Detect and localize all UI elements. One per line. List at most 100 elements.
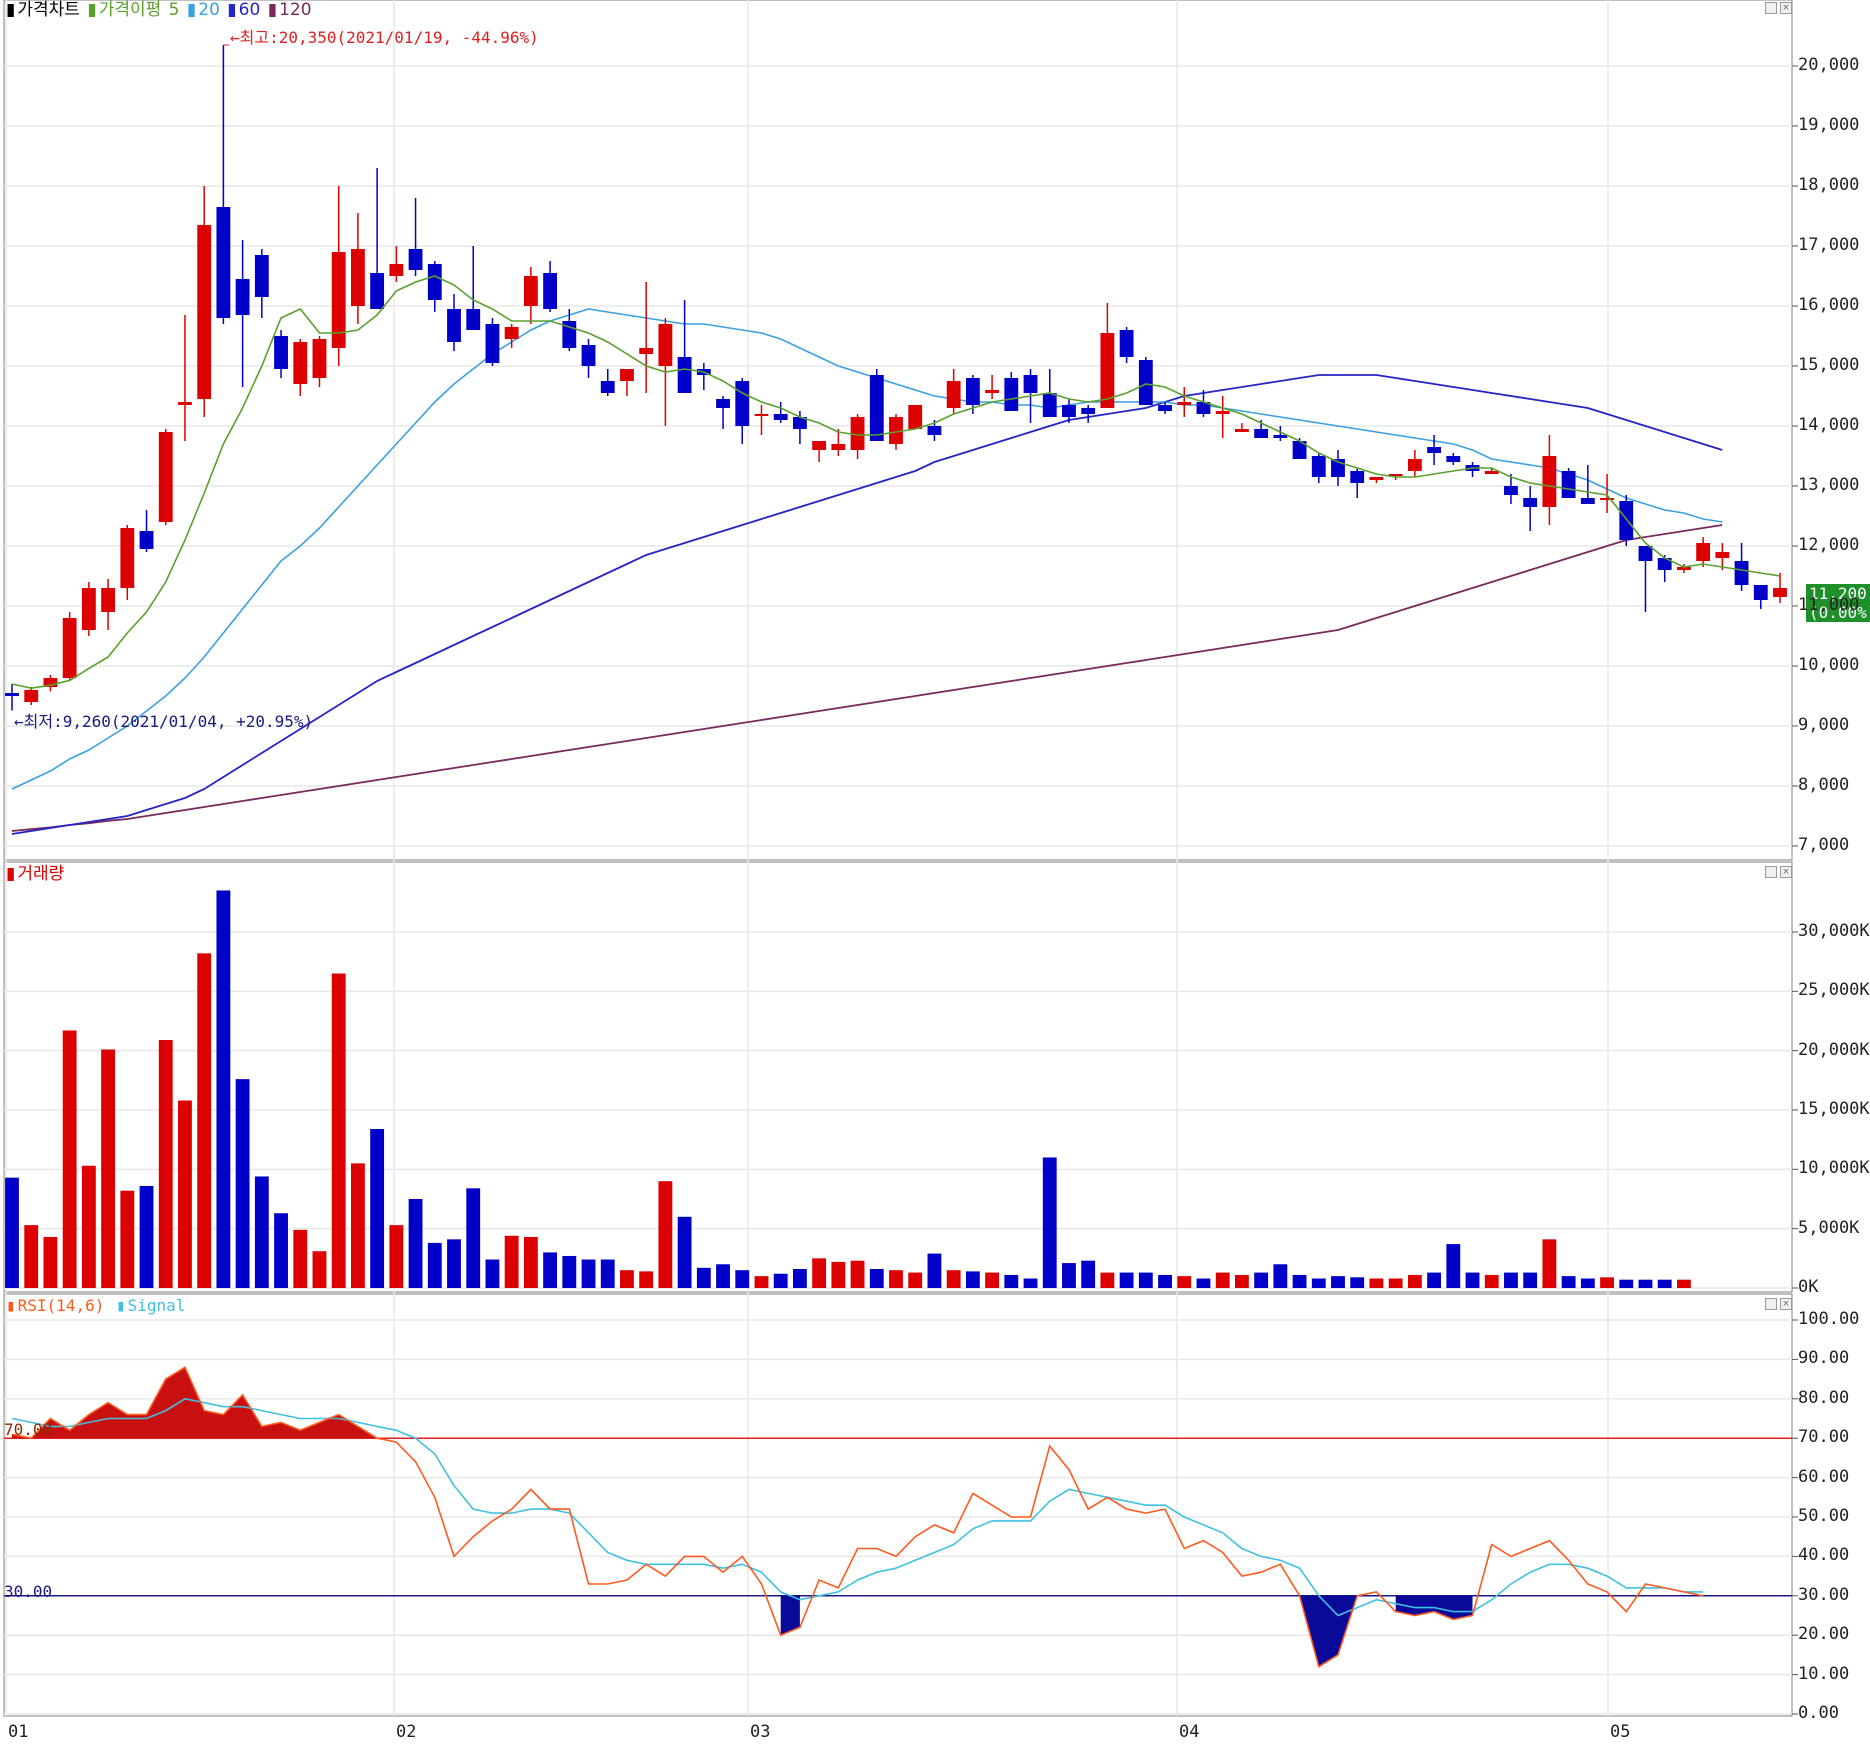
volume-bar [1062,1263,1076,1288]
candle-body [504,327,519,339]
candle-body [869,375,884,441]
volume-panel-minimize-button[interactable] [1765,866,1777,878]
candle-body [1446,456,1461,462]
candle-body [658,324,673,366]
candle-body [293,342,308,384]
candle-body [754,414,769,416]
volume-bar [504,1235,519,1288]
price-tick-label: 15,000 [1798,355,1860,375]
volume-bar [677,1216,692,1288]
volume-bar [1580,1278,1595,1288]
volume-bar [1638,1279,1653,1288]
volume-tick-label: 0K [1798,1277,1819,1297]
ma5-legend[interactable]: 5 [169,0,180,20]
rsi-tick-label: 10.00 [1798,1663,1850,1684]
candle-body [773,414,788,420]
ma120-legend[interactable]: 120 [279,0,311,20]
volume-bar [274,1213,288,1288]
volume-bar [1427,1272,1442,1288]
volume-bar [831,1261,846,1288]
candle-body [1427,447,1442,453]
candle-body [620,369,634,381]
candle-body [1561,471,1576,498]
ma60-legend-marker: ▮ [227,0,237,20]
volume-bar [985,1272,1000,1288]
volume-bar [331,973,346,1288]
ma60-legend[interactable]: 60 [239,0,261,20]
rsi-tick-label: 80.00 [1798,1387,1850,1408]
price-panel-minimize-button[interactable] [1765,2,1777,14]
signal-legend-title[interactable]: Signal [128,1296,186,1315]
candle-body [1119,330,1134,357]
candle-body [235,279,250,315]
volume-bar [773,1273,788,1288]
volume-bar [562,1255,577,1288]
candle-body [1004,378,1019,411]
volume-bar [1600,1277,1614,1288]
volume-bar [1158,1274,1172,1288]
candle-body [1215,411,1230,414]
candle-body [1369,477,1384,480]
candle-body [81,588,96,630]
candle-body [543,273,558,309]
rsi-tick-label: 70.00 [1798,1427,1850,1448]
volume-bar [908,1272,923,1288]
candle-body [1177,402,1192,405]
volume-bar [1407,1274,1422,1288]
volume-bar [523,1236,538,1288]
volume-bar [466,1188,481,1288]
x-tick-label: 05 [1610,1722,1631,1742]
volume-panel-frame [3,861,1793,1293]
price-tick-label: 9,000 [1798,715,1850,735]
volume-bar [178,1100,192,1288]
candle-body [1542,456,1557,507]
chart-stage: ▮ 가격차트 ▮ 가격이평 5 ▮ 20 ▮ 60 ▮ 120 ←최고:20,350(20… [0,0,1870,1748]
candle-body [1407,459,1422,471]
volume-bar [62,1030,77,1288]
candle-body [908,405,923,429]
ma20-legend-marker: ▮ [186,0,197,20]
candle-body [1523,498,1538,507]
volume-bar [389,1225,404,1288]
candle-body [677,357,692,393]
candle-body [1350,471,1365,483]
candle-body [1273,435,1288,438]
price-tick-label: 7,000 [1798,835,1850,855]
candle-body [1062,405,1076,417]
candle-body [1254,429,1269,438]
volume-bar [427,1242,442,1288]
candle-body [1311,456,1326,477]
volume-panel-close-button[interactable]: × [1780,866,1792,878]
high-annotation: ←최고:20,350(2021/01/19, -44.96%) [230,28,539,47]
rsi-panel-minimize-button[interactable] [1765,1298,1777,1310]
candle-body [466,309,481,330]
rsi-tick-label: 20.00 [1798,1624,1850,1645]
volume-bar [792,1269,807,1288]
volume-bar [235,1079,250,1288]
volume-bar [101,1049,116,1288]
rsi-legend-title[interactable]: RSI(14,6) [18,1296,105,1315]
price-panel-close-button[interactable]: × [1780,2,1792,14]
volume-bar [254,1176,269,1288]
ma-legend-label[interactable]: 가격이평 [99,0,162,20]
rsi-tick-label: 40.00 [1798,1545,1850,1566]
candle-body [946,381,961,408]
volume-bar [1446,1244,1461,1288]
candle-body [1696,543,1711,561]
volume-bar [716,1264,730,1288]
price-legend-title[interactable]: 가격차트 [17,0,80,20]
volume-bar [81,1165,96,1288]
candle-body [1484,471,1499,474]
candle-body [1715,552,1730,558]
x-tick-label: 01 [8,1722,29,1742]
candle-body [1638,546,1653,561]
volume-bar [1023,1278,1038,1288]
volume-bar [139,1185,154,1288]
volume-legend-title[interactable]: 거래량 [17,864,64,884]
candle-body [639,348,654,354]
rsi-panel-close-button[interactable]: × [1780,1298,1792,1310]
volume-bar [581,1259,596,1288]
volume-bar [1100,1272,1115,1288]
volume-bar [1484,1274,1499,1288]
ma20-legend[interactable]: 20 [198,0,220,20]
